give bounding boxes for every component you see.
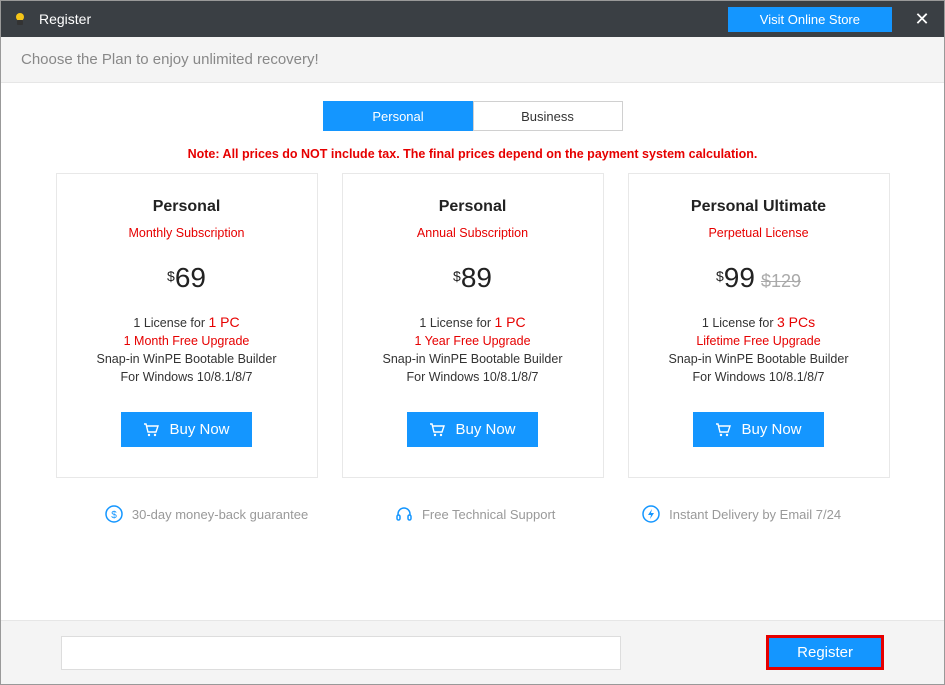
tab-personal[interactable]: Personal <box>323 101 473 131</box>
plan-card-ultimate: Personal Ultimate Perpetual License $99$… <box>628 173 890 478</box>
plan-name: Personal <box>67 198 307 216</box>
feature-os: For Windows 10/8.1/8/7 <box>67 370 307 384</box>
feature-winpe: Snap-in WinPE Bootable Builder <box>67 352 307 366</box>
visit-store-button[interactable]: Visit Online Store <box>728 7 892 32</box>
plan-price: $99 $129 <box>639 262 879 294</box>
footer-bar: Register <box>1 620 944 684</box>
buy-label: Buy Now <box>169 421 229 438</box>
license-highlight: 1 PC <box>208 314 239 330</box>
headset-icon <box>394 504 414 524</box>
currency-symbol: $ <box>453 268 461 284</box>
delivery-text: Instant Delivery by Email 7/24 <box>669 507 841 522</box>
moneyback-icon: $ <box>104 504 124 524</box>
subheader-text: Choose the Plan to enjoy unlimited recov… <box>1 37 944 83</box>
bolt-icon <box>641 504 661 524</box>
license-line: 1 License for 1 PC <box>353 314 593 330</box>
upgrade-line: 1 Month Free Upgrade <box>67 334 307 348</box>
license-highlight: 1 PC <box>494 314 525 330</box>
buy-now-button[interactable]: Buy Now <box>121 412 251 447</box>
register-button[interactable]: Register <box>766 635 884 670</box>
currency-symbol: $ <box>167 268 175 284</box>
price-amount: 89 <box>461 262 492 293</box>
plan-subtype: Monthly Subscription <box>67 226 307 240</box>
plan-subtype: Perpetual License <box>639 226 879 240</box>
price-amount: 69 <box>175 262 206 293</box>
cart-icon <box>715 423 731 437</box>
guarantee-row: $ 30-day money-back guarantee Free Techn… <box>1 478 944 524</box>
moneyback-guarantee: $ 30-day money-back guarantee <box>104 504 308 524</box>
feature-winpe: Snap-in WinPE Bootable Builder <box>353 352 593 366</box>
plan-card-annual: Personal Annual Subscription $89 1 Licen… <box>342 173 604 478</box>
currency-symbol: $ <box>716 268 724 284</box>
pricing-cards: Personal Monthly Subscription $69 1 Lice… <box>1 173 944 478</box>
plan-name: Personal Ultimate <box>639 198 879 216</box>
support-guarantee: Free Technical Support <box>394 504 555 524</box>
tab-business[interactable]: Business <box>473 101 623 131</box>
window-title: Register <box>39 11 91 27</box>
price-amount: 99 <box>724 262 755 293</box>
support-text: Free Technical Support <box>422 507 555 522</box>
upgrade-line: 1 Year Free Upgrade <box>353 334 593 348</box>
cart-icon <box>143 423 159 437</box>
titlebar: Register Visit Online Store ✕ <box>1 1 944 37</box>
license-highlight: 3 PCs <box>777 314 815 330</box>
moneyback-text: 30-day money-back guarantee <box>132 507 308 522</box>
tax-note: Note: All prices do NOT include tax. The… <box>1 147 944 161</box>
plan-name: Personal <box>353 198 593 216</box>
buy-label: Buy Now <box>741 421 801 438</box>
plan-tabs: Personal Business <box>1 101 944 131</box>
buy-label: Buy Now <box>455 421 515 438</box>
plan-price: $89 <box>353 262 593 294</box>
buy-now-button[interactable]: Buy Now <box>693 412 823 447</box>
app-icon <box>11 10 29 28</box>
buy-now-button[interactable]: Buy Now <box>407 412 537 447</box>
license-line: 1 License for 3 PCs <box>639 314 879 330</box>
license-line: 1 License for 1 PC <box>67 314 307 330</box>
close-icon[interactable]: ✕ <box>910 9 934 30</box>
feature-os: For Windows 10/8.1/8/7 <box>639 370 879 384</box>
delivery-guarantee: Instant Delivery by Email 7/24 <box>641 504 841 524</box>
feature-winpe: Snap-in WinPE Bootable Builder <box>639 352 879 366</box>
plan-subtype: Annual Subscription <box>353 226 593 240</box>
cart-icon <box>429 423 445 437</box>
feature-os: For Windows 10/8.1/8/7 <box>353 370 593 384</box>
upgrade-line: Lifetime Free Upgrade <box>639 334 879 348</box>
svg-text:$: $ <box>111 510 117 521</box>
main-content: Personal Business Note: All prices do NO… <box>1 83 944 620</box>
plan-price: $69 <box>67 262 307 294</box>
old-price: $129 <box>761 271 801 291</box>
plan-card-monthly: Personal Monthly Subscription $69 1 Lice… <box>56 173 318 478</box>
license-key-input[interactable] <box>61 636 621 670</box>
